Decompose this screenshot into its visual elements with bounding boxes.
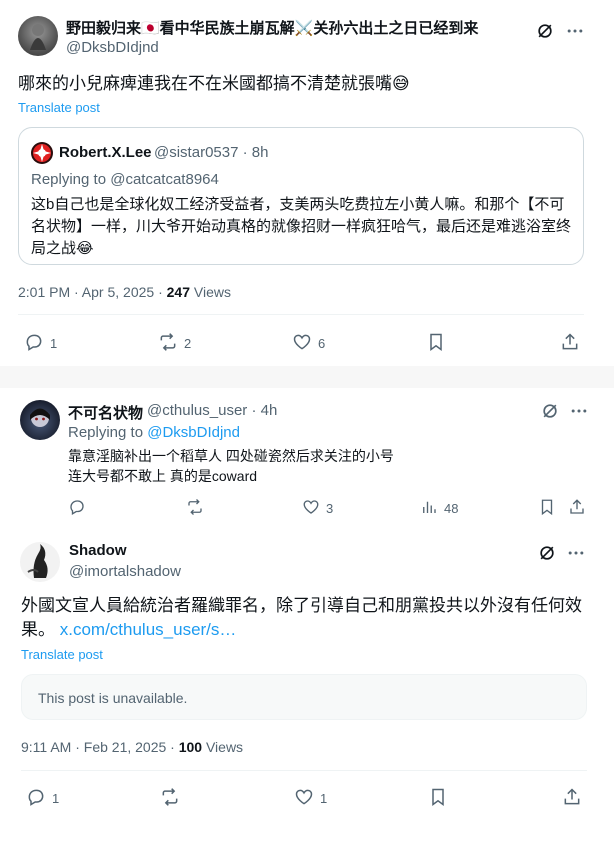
bookmark-icon	[426, 332, 446, 355]
time[interactable]: · 4h	[251, 402, 277, 419]
tweet-main: 野田毅归来🇯🇵看中华民族土崩瓦解⚔️关孙六出土之日已经到来 @DksbDIdjn…	[0, 0, 604, 366]
repost-button[interactable]	[186, 498, 204, 519]
like-icon	[294, 787, 314, 810]
like-icon	[292, 332, 312, 355]
share-button[interactable]	[568, 498, 586, 519]
repost-icon	[186, 498, 204, 519]
replying-to-link[interactable]: @DksbDIdjnd	[147, 424, 240, 441]
more-icon[interactable]	[568, 400, 590, 422]
handle-time: @cthulus_user · 4h	[147, 402, 277, 419]
handle[interactable]: @imortalshadow	[69, 563, 181, 580]
display-name[interactable]: Shadow	[69, 542, 127, 559]
display-name[interactable]: 野田毅归来🇯🇵看中华民族土崩瓦解⚔️关孙六出土之日已经到来	[66, 17, 478, 38]
like-button[interactable]: 6	[292, 332, 325, 355]
quote-display-name: Robert.X.Lee	[59, 144, 152, 161]
more-icon[interactable]	[565, 542, 587, 564]
tweet-text: 外國文宣人員給統治者羅織罪名，除了引導自己和朋黨投共以外沒有任何效果。 x.co…	[21, 596, 582, 639]
reply-count: 1	[52, 791, 60, 806]
reply-icon	[68, 498, 86, 519]
quote-replying: Replying to @catcatcat8964	[31, 171, 219, 188]
timestamp[interactable]: 2:01 PM · Apr 5, 2025 ·	[18, 284, 167, 300]
divider	[21, 770, 587, 771]
repost-button[interactable]	[160, 787, 180, 810]
bookmark-button[interactable]	[426, 332, 446, 355]
translate-link[interactable]: Translate post	[21, 647, 103, 662]
repost-button[interactable]: 2	[158, 332, 191, 355]
like-count: 3	[326, 501, 334, 516]
views-button[interactable]: 48	[420, 498, 458, 519]
more-icon[interactable]	[564, 20, 586, 42]
tweet-text: 哪來的小兒麻痺連我在不在米國都搞不清楚就張嘴😅	[18, 74, 410, 93]
grok-icon[interactable]	[536, 542, 558, 564]
separator	[0, 366, 614, 388]
reply-icon	[26, 787, 46, 810]
quote-handle-time: @sistar0537 · 8h	[154, 144, 269, 161]
tweet-link[interactable]: x.com/cthulus_user/s…	[60, 620, 237, 639]
repost-count: 2	[184, 336, 192, 351]
avatar[interactable]	[18, 16, 58, 56]
share-icon	[562, 787, 582, 810]
avatar[interactable]	[20, 400, 60, 440]
bookmark-icon	[428, 787, 448, 810]
timestamp-line: 9:11 AM · Feb 21, 2025 · 100 Views	[21, 739, 244, 755]
like-button[interactable]: 1	[294, 787, 327, 810]
views-count: 247	[166, 284, 190, 300]
reply-icon	[24, 332, 44, 355]
quote-text: 这b自己也是全球化奴工经济受益者，支美两头吃费拉左小黄人嘛。和那个【不可名状物】…	[31, 196, 572, 257]
views-count: 100	[178, 739, 203, 755]
quote-avatar	[31, 142, 53, 164]
quoted-tweet[interactable]: Robert.X.Lee @sistar0537 · 8h Replying t…	[18, 127, 584, 265]
reply-button[interactable]: 1	[24, 332, 57, 355]
reply-text-line2: 连大号都不敢上 真的是coward	[68, 468, 258, 484]
like-count: 6	[318, 336, 326, 351]
grok-icon[interactable]	[534, 20, 556, 42]
repost-icon	[158, 332, 178, 355]
like-count: 1	[320, 791, 328, 806]
reply-tweet[interactable]: 不可名状物 @cthulus_user · 4h Replying to @Dk…	[4, 388, 602, 528]
grok-icon[interactable]	[539, 400, 561, 422]
reply-text-line1: 靠意淫脑补出一个稻草人 四处碰瓷然后求关注的小号	[68, 448, 394, 464]
timestamp[interactable]: 9:11 AM · Feb 21, 2025 ·	[21, 739, 179, 755]
like-icon	[302, 498, 320, 519]
translate-link[interactable]: Translate post	[18, 100, 100, 115]
bookmark-button[interactable]	[428, 787, 448, 810]
bookmark-button[interactable]	[538, 498, 556, 519]
like-button[interactable]: 3	[302, 498, 333, 519]
quote-replying-to: @catcatcat8964	[110, 171, 219, 188]
views-icon	[420, 498, 438, 519]
share-icon	[568, 498, 586, 519]
divider	[18, 314, 584, 315]
replying-line: Replying to @DksbDIdjnd	[68, 424, 240, 441]
handle[interactable]: @DksbDIdjnd	[66, 39, 159, 56]
reply-count: 1	[50, 336, 58, 351]
reply-button[interactable]	[68, 498, 86, 519]
timestamp-line: 2:01 PM · Apr 5, 2025 · 247 Views	[18, 284, 231, 300]
views-count: 48	[444, 501, 459, 516]
quote-time: 8h	[251, 144, 269, 161]
avatar[interactable]	[20, 542, 60, 582]
repost-icon	[160, 787, 180, 810]
reply-button[interactable]: 1	[26, 787, 59, 810]
handle[interactable]: @cthulus_user	[147, 402, 247, 419]
bookmark-icon	[538, 498, 556, 519]
unavailable-post-notice: This post is unavailable.	[21, 674, 587, 720]
quote-handle: @sistar0537	[154, 144, 239, 161]
share-button[interactable]	[562, 787, 582, 810]
share-button[interactable]	[560, 332, 580, 355]
share-icon	[560, 332, 580, 355]
display-name[interactable]: 不可名状物	[68, 402, 143, 423]
